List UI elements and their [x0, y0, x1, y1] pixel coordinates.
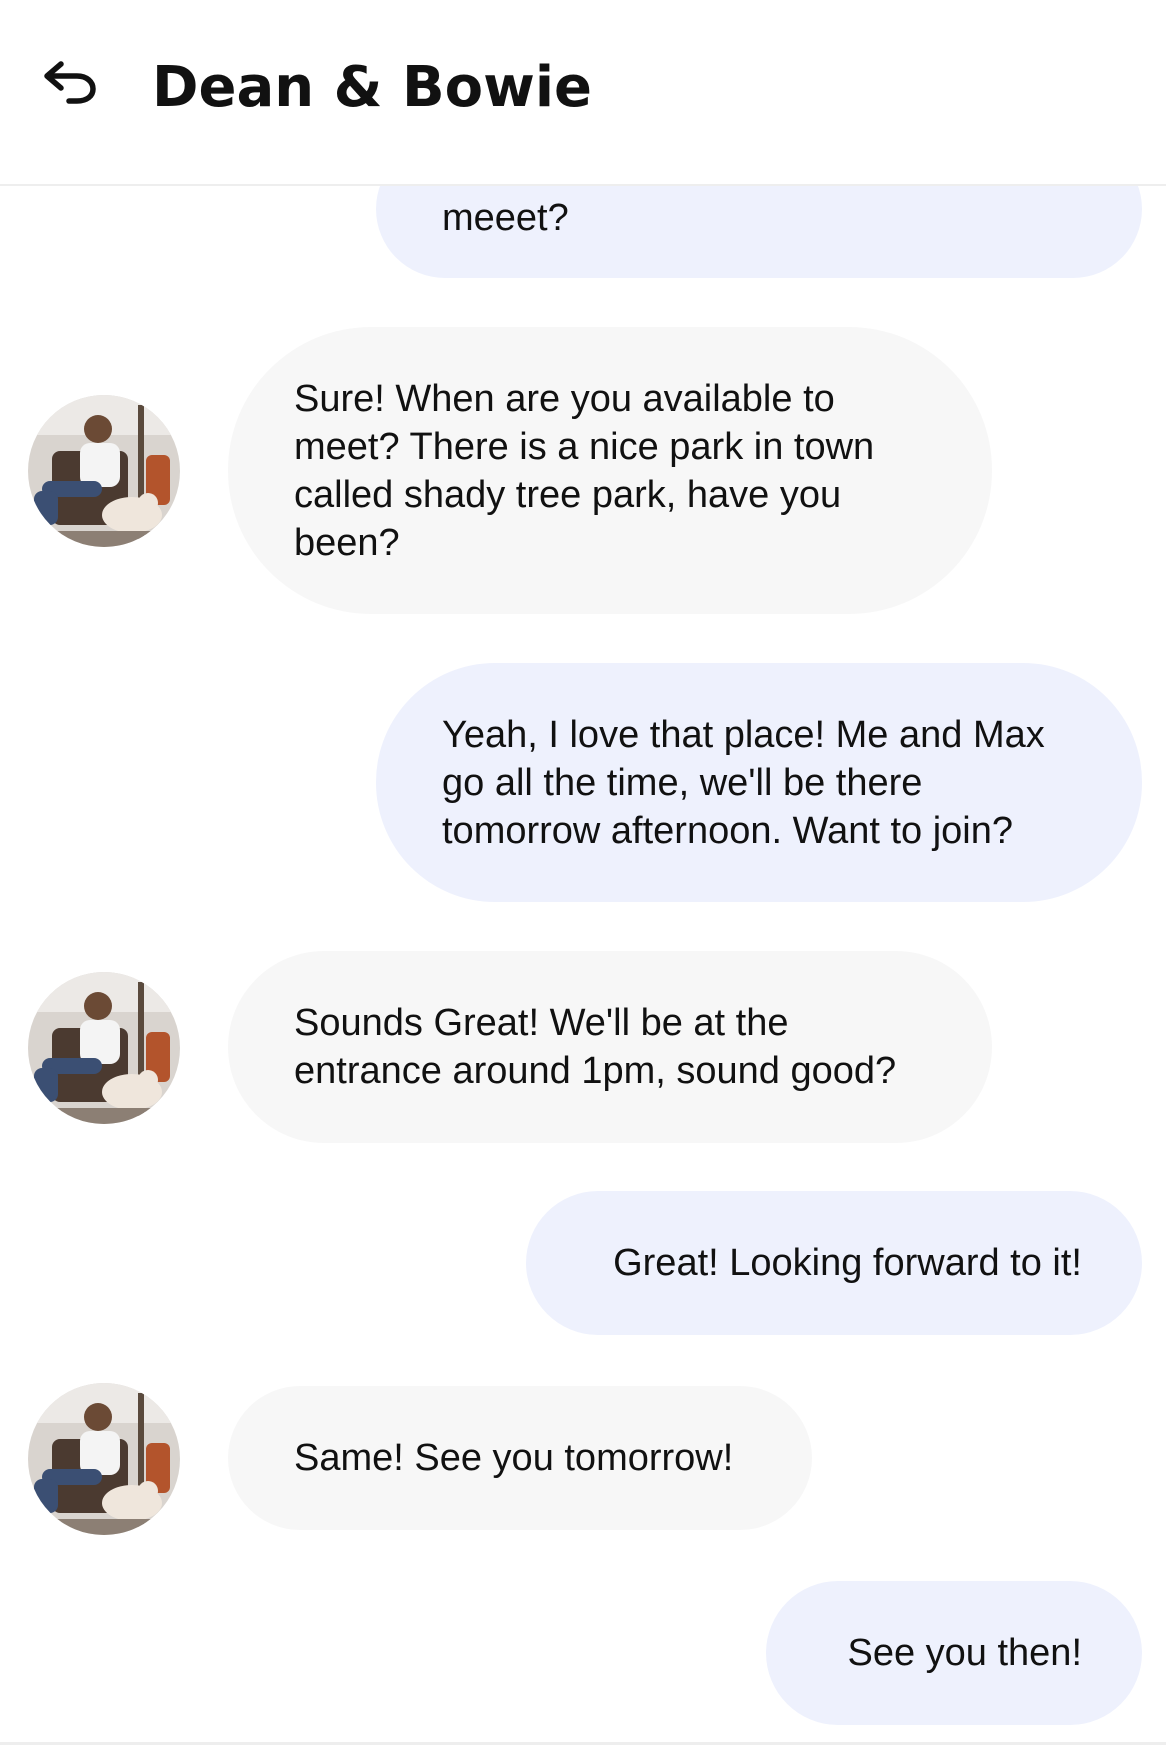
contact-avatar[interactable]	[28, 395, 180, 547]
message-bubble-outgoing: See you then!	[766, 1581, 1142, 1725]
avatar-photo-icon	[28, 1383, 180, 1535]
message-bubble-incoming: Sure! When are you available to meet? Th…	[228, 327, 992, 614]
avatar-photo-icon	[28, 395, 180, 547]
contact-avatar[interactable]	[28, 972, 180, 1124]
message-text: Same! See you tomorrow!	[294, 1437, 734, 1479]
back-arrow-icon	[44, 61, 96, 104]
back-button[interactable]	[34, 50, 106, 114]
contact-avatar[interactable]	[28, 1383, 180, 1535]
avatar-photo-icon	[28, 972, 180, 1124]
message-bubble-incoming: Same! See you tomorrow!	[228, 1386, 812, 1530]
message-bubble-incoming: Sounds Great! We'll be at the entrance a…	[228, 951, 992, 1143]
chat-title: Dean & Bowie	[152, 55, 593, 120]
message-text: meeet?	[442, 197, 569, 239]
message-bubble-outgoing: Yeah, I love that place! Me and Max go a…	[376, 663, 1142, 902]
message-text: Yeah, I love that place! Me and Max go a…	[442, 713, 1045, 852]
chat-header: Dean & Bowie	[0, 0, 1166, 186]
message-list[interactable]: meeet? Sure! When are you available to m…	[0, 0, 1166, 1745]
message-bubble-outgoing: Great! Looking forward to it!	[526, 1191, 1142, 1335]
message-text: See you then!	[847, 1632, 1082, 1674]
message-text: Great! Looking forward to it!	[613, 1242, 1082, 1284]
message-text: Sure! When are you available to meet? Th…	[294, 377, 875, 564]
message-text: Sounds Great! We'll be at the entrance a…	[294, 1002, 897, 1092]
